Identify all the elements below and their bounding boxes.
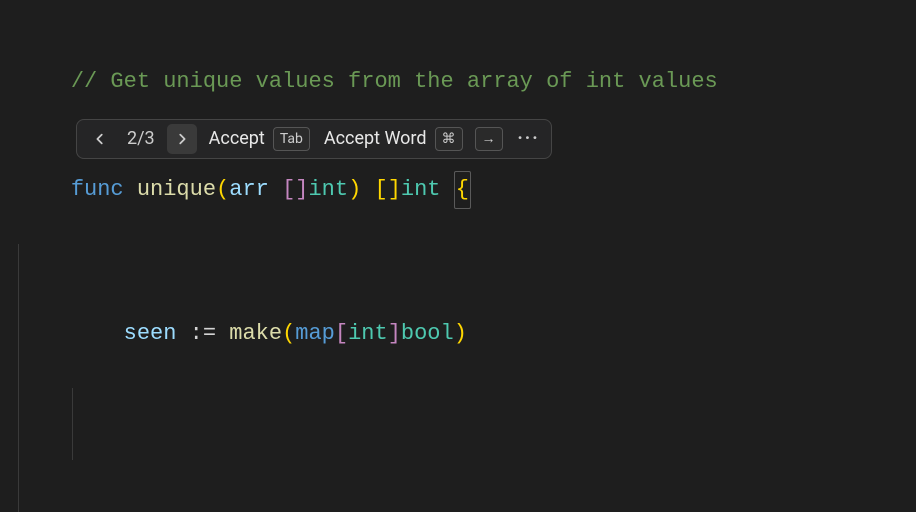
prev-suggestion-button[interactable] <box>85 124 115 154</box>
comment-text: // Get unique values from the array of i… <box>71 69 718 94</box>
keycap-cmd: ⌘ <box>435 127 463 151</box>
param-name: arr <box>229 177 269 202</box>
keycap-tab: Tab <box>273 127 310 151</box>
close-bracket: ] <box>295 177 308 202</box>
open-bracket: [ <box>374 177 387 202</box>
chevron-right-icon <box>175 132 189 146</box>
keyword-func: func <box>71 177 124 202</box>
open-brace: { <box>454 171 471 209</box>
code-editor[interactable]: // Get unique values from the array of i… <box>0 0 916 512</box>
keycap-right-arrow: → <box>475 127 503 151</box>
type-int: int <box>308 177 348 202</box>
accept-button[interactable]: Accept <box>209 121 265 157</box>
open-paren: ( <box>216 177 229 202</box>
more-actions-button[interactable]: ··· <box>515 121 543 157</box>
close-bracket: ] <box>388 177 401 202</box>
func-name: unique <box>137 177 216 202</box>
keyword-map: map <box>295 321 335 346</box>
suggestion-counter: 2/3 <box>125 121 157 157</box>
accept-word-button[interactable]: Accept Word <box>324 121 427 157</box>
ghost-suggestion-line[interactable]: // Get unique values from the array of i… <box>18 460 916 512</box>
chevron-left-icon <box>93 132 107 146</box>
next-suggestion-button[interactable] <box>167 124 197 154</box>
code-line[interactable] <box>18 424 916 460</box>
open-bracket: [ <box>282 177 295 202</box>
code-line[interactable]: seen := make(map[int]bool) <box>18 244 916 388</box>
close-paren: ) <box>348 177 361 202</box>
var-seen: seen <box>124 321 177 346</box>
code-line[interactable] <box>18 388 916 424</box>
type-int: int <box>401 177 441 202</box>
assign-op: := <box>190 321 216 346</box>
builtin-make: make <box>229 321 282 346</box>
inline-suggestion-toolbar: 2/3 Accept Tab Accept Word ⌘ → ··· <box>76 119 552 159</box>
